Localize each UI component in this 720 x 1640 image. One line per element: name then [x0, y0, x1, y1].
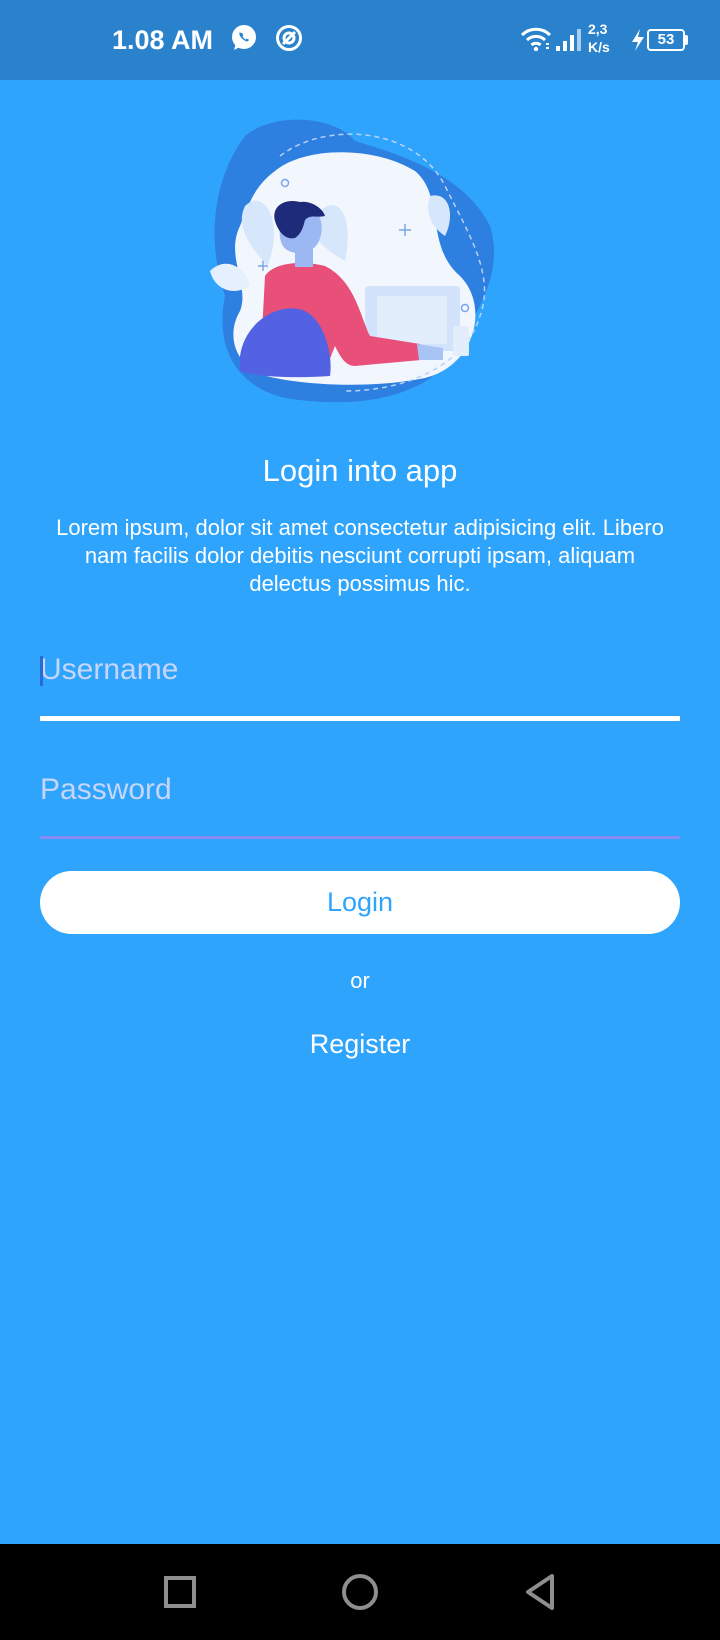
- battery-tip: [685, 35, 688, 45]
- password-input[interactable]: [40, 760, 680, 820]
- status-time: 1.08 AM: [112, 25, 214, 55]
- description-text: Lorem ipsum, dolor sit amet consectetur …: [56, 515, 664, 596]
- battery-icon: 53: [647, 29, 685, 51]
- wifi-icon: [520, 26, 552, 57]
- login-illustration: [210, 119, 494, 403]
- home-icon[interactable]: [336, 1568, 384, 1616]
- text-cursor: [40, 656, 43, 686]
- username-underline: [40, 716, 680, 721]
- username-input[interactable]: [40, 640, 680, 700]
- navigation-bar: [0, 1544, 720, 1640]
- login-button[interactable]: Login: [40, 871, 680, 934]
- signal-icon: [556, 28, 584, 57]
- password-field[interactable]: [40, 760, 680, 820]
- network-speed-value: 2,3: [588, 21, 608, 37]
- or-separator: or: [350, 968, 370, 993]
- sync-icon: [275, 24, 303, 57]
- username-field[interactable]: [40, 640, 680, 700]
- status-bar: 1.08 AM 2,3 K/s 53: [0, 0, 720, 80]
- password-underline: [40, 836, 680, 839]
- register-link[interactable]: Register: [260, 1024, 460, 1064]
- charging-icon: [630, 28, 646, 57]
- login-screen: 1.08 AM 2,3 K/s 53 Login into app Lorem …: [0, 0, 720, 1640]
- back-icon[interactable]: [516, 1568, 564, 1616]
- whatsapp-icon: [230, 24, 258, 57]
- network-speed: 2,3 K/s: [588, 20, 622, 56]
- network-speed-unit: K/s: [588, 39, 610, 55]
- recent-apps-icon[interactable]: [156, 1568, 204, 1616]
- page-title: Login into app: [262, 453, 458, 488]
